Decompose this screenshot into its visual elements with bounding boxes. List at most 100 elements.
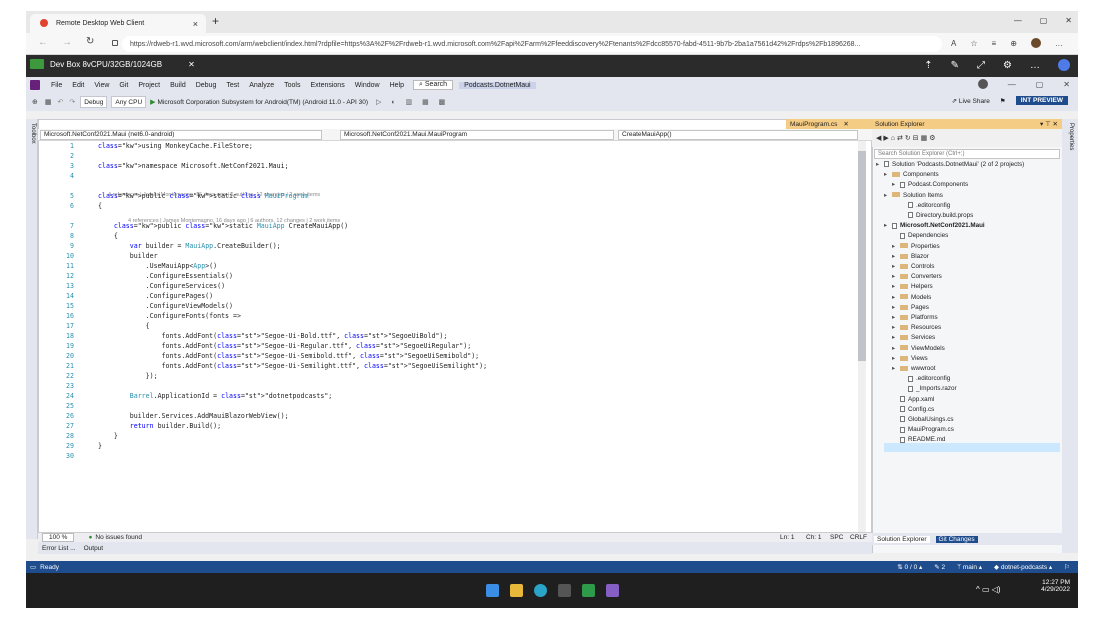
- solution-search-input[interactable]: Search Solution Explorer (Ctrl+;): [874, 149, 1060, 159]
- save-icon[interactable]: ▦: [45, 98, 52, 106]
- tree-item[interactable]: .editorconfig: [900, 375, 950, 382]
- tree-item[interactable]: ▸ Components: [884, 171, 939, 178]
- code-line[interactable]: .ConfigureServices(): [98, 282, 225, 290]
- live-share-button[interactable]: ⇗ Live Share: [952, 97, 990, 105]
- menu-extensions[interactable]: Extensions: [305, 82, 349, 89]
- expand-arrow-icon[interactable]: ▸: [884, 222, 892, 229]
- menu-git[interactable]: Git: [114, 82, 133, 89]
- code-line[interactable]: fonts.AddFont(class="st">"Segoe-Ui-Semil…: [98, 362, 488, 370]
- expand-arrow-icon[interactable]: ▸: [892, 294, 900, 301]
- code-line[interactable]: {: [98, 202, 102, 210]
- expand-arrow-icon[interactable]: ▸: [892, 355, 900, 362]
- code-line[interactable]: .ConfigureEssentials(): [98, 272, 233, 280]
- toolbox-strip[interactable]: Toolbox: [26, 119, 38, 539]
- platform-dropdown[interactable]: Any CPU: [111, 96, 147, 108]
- code-line[interactable]: builder: [98, 252, 158, 260]
- code-line[interactable]: {: [98, 232, 118, 240]
- se-refresh-icon[interactable]: ↻: [905, 134, 913, 142]
- tree-item[interactable]: ▸ ViewModels: [892, 345, 945, 352]
- line-ending[interactable]: CRLF: [850, 534, 867, 541]
- code-line[interactable]: {: [98, 322, 150, 330]
- more-icon[interactable]: …: [1055, 39, 1063, 48]
- tree-item[interactable]: .editorconfig: [900, 202, 950, 209]
- play-icon[interactable]: ▶: [150, 98, 155, 106]
- git-counts[interactable]: ⇅ 0 / 0 ▴: [897, 563, 922, 571]
- redo-icon[interactable]: ↷: [69, 98, 75, 106]
- indent-mode[interactable]: SPC: [830, 534, 843, 541]
- extensions-icon[interactable]: ⊕: [1010, 39, 1017, 48]
- profile-avatar[interactable]: [1030, 38, 1041, 48]
- menu-window[interactable]: Window: [350, 82, 385, 89]
- menu-test[interactable]: Test: [221, 82, 244, 89]
- tree-item[interactable]: ▸ Controls: [892, 263, 934, 270]
- tree-item[interactable]: MauiProgram.cs: [892, 426, 954, 433]
- browser-tab[interactable]: Remote Desktop Web Client ×: [30, 14, 206, 33]
- doc-tab-mauiprogram[interactable]: MauiProgram.cs ✕: [786, 119, 872, 129]
- member-dropdown[interactable]: CreateMauiApp(): [618, 130, 858, 140]
- tree-item[interactable]: ▸ Pages: [892, 304, 929, 311]
- tree-item[interactable]: Directory.build.props: [900, 212, 973, 219]
- feedback-icon[interactable]: ⚑: [1000, 97, 1006, 105]
- tree-item[interactable]: ▸ Models: [892, 294, 931, 301]
- doc-tab-close-icon[interactable]: ✕: [843, 120, 848, 128]
- tray-icons[interactable]: ^ ▭ ◁): [976, 585, 1001, 594]
- close-session-icon[interactable]: ✕: [188, 60, 195, 69]
- tab-error-list[interactable]: Error List ...: [42, 545, 76, 552]
- favorites-icon[interactable]: ☆: [970, 39, 977, 48]
- user-avatar[interactable]: [1058, 59, 1070, 71]
- expand-arrow-icon[interactable]: ▸: [892, 263, 900, 270]
- editor-scroll-thumb[interactable]: [858, 151, 866, 361]
- run-target[interactable]: Microsoft Corporation Subsystem for Andr…: [158, 99, 369, 106]
- code-line[interactable]: var builder = MauiApp.CreateBuilder();: [98, 242, 281, 250]
- tree-item[interactable]: ▸ Solution 'Podcasts.DotnetMaui' (2 of 2 …: [876, 161, 1024, 168]
- tree-item[interactable]: _Imports.razor: [900, 385, 957, 392]
- maximize-button[interactable]: ▢: [1040, 16, 1048, 25]
- se-forward-icon[interactable]: ▶: [883, 134, 890, 142]
- code-line[interactable]: class="kw">using MonkeyCache.FileStore;: [98, 142, 253, 150]
- back-icon[interactable]: ←: [38, 37, 48, 48]
- expand-arrow-icon[interactable]: ▸: [892, 365, 900, 372]
- tree-item[interactable]: GlobalUsings.cs: [892, 416, 954, 423]
- clock[interactable]: 12:27 PM 4/29/2022: [1022, 579, 1070, 593]
- tree-item[interactable]: Config.cs: [892, 406, 934, 413]
- terminal-icon[interactable]: [558, 584, 571, 597]
- code-line[interactable]: .ConfigureViewModels(): [98, 302, 233, 310]
- search-box[interactable]: ⌕ Search: [413, 80, 454, 90]
- app-icon[interactable]: [582, 584, 595, 597]
- class-dropdown[interactable]: Microsoft.NetConf2021.Maui.MauiProgram: [340, 130, 614, 140]
- menu-debug[interactable]: Debug: [191, 82, 222, 89]
- git-repo[interactable]: ◆ dotnet-podcasts ▴: [994, 563, 1052, 571]
- menu-analyze[interactable]: Analyze: [244, 82, 279, 89]
- tree-item[interactable]: ▸ wwwroot: [892, 365, 936, 372]
- undo-icon[interactable]: ↶: [58, 98, 64, 106]
- expand-arrow-icon[interactable]: ▸: [892, 304, 900, 311]
- zoom-level[interactable]: 100 %: [42, 533, 75, 542]
- refresh-icon[interactable]: ↻: [86, 36, 94, 47]
- expand-arrow-icon[interactable]: ▸: [892, 314, 900, 321]
- code-editor[interactable]: [38, 119, 872, 539]
- code-line[interactable]: fonts.AddFont(class="st">"Segoe-Ui-Semib…: [98, 352, 480, 360]
- tree-item[interactable]: ▸ Views: [892, 355, 928, 362]
- menu-file[interactable]: File: [46, 82, 67, 89]
- code-line[interactable]: class="kw">public class="kw">static Maui…: [98, 222, 348, 230]
- code-line[interactable]: });: [98, 372, 158, 380]
- expand-arrow-icon[interactable]: ▸: [892, 283, 900, 290]
- forward-icon[interactable]: →: [62, 37, 72, 48]
- menu-build[interactable]: Build: [165, 82, 191, 89]
- vs-maximize-button[interactable]: ▢: [1036, 80, 1044, 89]
- close-tab-icon[interactable]: ×: [193, 19, 198, 29]
- expand-arrow-icon[interactable]: ▸: [884, 192, 892, 199]
- vs-minimize-button[interactable]: —: [1008, 80, 1016, 89]
- collections-icon[interactable]: ≡: [992, 39, 997, 48]
- code-line[interactable]: builder.Services.AddMauiBlazorWebView();: [98, 412, 289, 420]
- tree-item[interactable]: ▸ Converters: [892, 273, 942, 280]
- menu-project[interactable]: Project: [133, 82, 165, 89]
- se-settings-icon[interactable]: ⚙: [929, 134, 937, 142]
- se-collapse-icon[interactable]: ⊟: [913, 134, 921, 142]
- read-aloud-icon[interactable]: A: [951, 39, 956, 48]
- settings-gear-icon[interactable]: ⚙: [1003, 60, 1012, 71]
- code-line[interactable]: .ConfigureFonts(fonts =>: [98, 312, 241, 320]
- project-dropdown[interactable]: Microsoft.NetConf2021.Maui (net6.0-andro…: [40, 130, 322, 140]
- tree-item[interactable]: ▸ Solution Items: [884, 192, 943, 199]
- tree-item[interactable]: ▸ Blazor: [892, 253, 929, 260]
